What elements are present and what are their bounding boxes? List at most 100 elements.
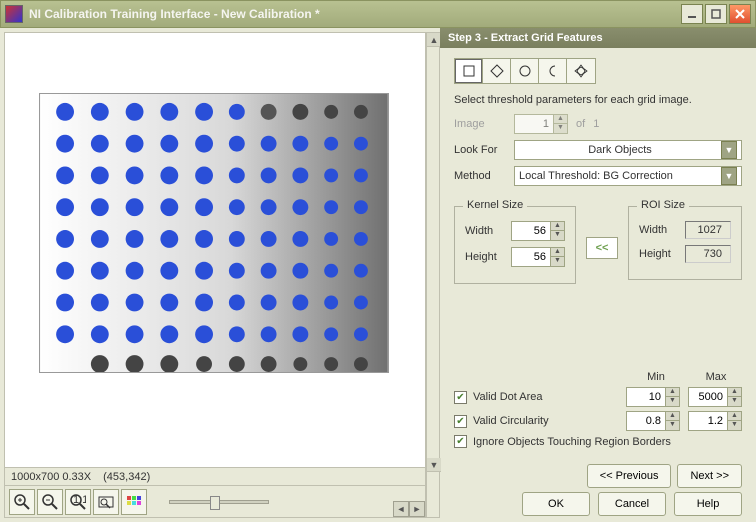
- ok-button[interactable]: OK: [522, 492, 590, 516]
- min-header: Min: [630, 371, 682, 383]
- hscroll-right-icon[interactable]: ►: [409, 501, 425, 517]
- look-for-label: Look For: [454, 144, 514, 156]
- image-canvas[interactable]: [5, 33, 425, 467]
- image-index-spinner[interactable]: ▲▼: [514, 114, 568, 134]
- help-button[interactable]: Help: [674, 492, 742, 516]
- parameters-pane: Step 3 - Extract Grid Features Select th…: [440, 28, 756, 522]
- wizard-nav: << Previous Next >>: [587, 464, 742, 488]
- kernel-width-label: Width: [465, 225, 511, 237]
- valid-circularity-label: Valid Circularity: [473, 415, 626, 427]
- of-label: of: [576, 118, 585, 130]
- dot-max-spinner[interactable]: ▲▼: [688, 387, 742, 407]
- minimize-button[interactable]: [681, 4, 703, 24]
- validation-section: Min Max ✔ Valid Dot Area ▲▼ ▲▼ ✔ Valid C…: [454, 371, 742, 452]
- shape-circle-button[interactable]: [511, 59, 539, 83]
- maximize-button[interactable]: [705, 4, 727, 24]
- spin-up-icon[interactable]: ▲: [665, 388, 679, 397]
- chevron-down-icon: ▼: [721, 141, 737, 159]
- zoom-fit-button[interactable]: [93, 489, 119, 515]
- spin-down-icon[interactable]: ▼: [665, 397, 679, 406]
- zoom-out-button[interactable]: [37, 489, 63, 515]
- spin-up-icon[interactable]: ▲: [727, 412, 741, 421]
- roi-height-value: 730: [685, 245, 731, 263]
- roi-width-label: Width: [639, 224, 685, 236]
- kernel-legend: Kernel Size: [463, 199, 527, 211]
- zoom-actual-button[interactable]: 1:1: [65, 489, 91, 515]
- spin-up-icon[interactable]: ▲: [550, 222, 564, 231]
- window-title: NI Calibration Training Interface - New …: [29, 7, 679, 21]
- spin-up-icon[interactable]: ▲: [553, 115, 567, 124]
- shape-diamond-button[interactable]: [483, 59, 511, 83]
- palette-button[interactable]: [121, 489, 147, 515]
- next-button[interactable]: Next >>: [677, 464, 742, 488]
- titlebar: NI Calibration Training Interface - New …: [0, 0, 756, 28]
- image-index-input[interactable]: [515, 118, 553, 130]
- circ-max-spinner[interactable]: ▲▼: [688, 411, 742, 431]
- spin-down-icon[interactable]: ▼: [665, 421, 679, 430]
- close-button[interactable]: [729, 4, 751, 24]
- max-header: Max: [690, 371, 742, 383]
- spin-down-icon[interactable]: ▼: [727, 421, 741, 430]
- roi-height-label: Height: [639, 248, 685, 260]
- spin-down-icon[interactable]: ▼: [550, 257, 564, 266]
- spin-down-icon[interactable]: ▼: [550, 231, 564, 240]
- method-value: Local Threshold: BG Correction: [519, 170, 721, 182]
- kernel-width-input[interactable]: [512, 225, 550, 237]
- copy-roi-button[interactable]: <<: [586, 237, 618, 259]
- shape-square-button[interactable]: [455, 59, 483, 83]
- chevron-down-icon: ▼: [721, 167, 737, 185]
- spin-up-icon[interactable]: ▲: [727, 388, 741, 397]
- status-dimensions: 1000x700 0.33X: [11, 471, 91, 483]
- status-bar: 1000x700 0.33X (453,342) ◄ ►: [5, 467, 425, 485]
- status-cursor: (453,342): [103, 471, 150, 483]
- previous-button[interactable]: << Previous: [587, 464, 672, 488]
- image-total: 1: [593, 118, 599, 130]
- spin-down-icon[interactable]: ▼: [727, 397, 741, 406]
- vscroll-up-icon[interactable]: ▲: [427, 33, 441, 47]
- step-header: Step 3 - Extract Grid Features: [440, 28, 756, 48]
- valid-dot-label: Valid Dot Area: [473, 391, 626, 403]
- dialog-buttons: OK Cancel Help: [522, 492, 742, 516]
- instruction-text: Select threshold parameters for each gri…: [454, 94, 742, 106]
- calibration-image: [39, 93, 389, 373]
- roi-legend: ROI Size: [637, 199, 689, 211]
- zoom-slider[interactable]: [169, 500, 269, 504]
- circ-min-spinner[interactable]: ▲▼: [626, 411, 680, 431]
- kernel-height-spinner[interactable]: ▲▼: [511, 247, 565, 267]
- kernel-width-spinner[interactable]: ▲▼: [511, 221, 565, 241]
- shape-crescent-button[interactable]: [539, 59, 567, 83]
- zoom-in-button[interactable]: [9, 489, 35, 515]
- image-viewer-pane: 1000x700 0.33X (453,342) ◄ ► 1:1: [4, 32, 426, 518]
- dot-min-spinner[interactable]: ▲▼: [626, 387, 680, 407]
- look-for-value: Dark Objects: [519, 144, 721, 156]
- hscroll-left-icon[interactable]: ◄: [393, 501, 409, 517]
- ignore-borders-checkbox[interactable]: ✔: [454, 435, 467, 448]
- circ-min-input[interactable]: [627, 415, 665, 427]
- kernel-height-input[interactable]: [512, 251, 550, 263]
- roi-width-value: 1027: [685, 221, 731, 239]
- svg-text:1:1: 1:1: [73, 494, 86, 506]
- pane-vscroll[interactable]: ▲ ▼: [426, 32, 440, 518]
- cancel-button[interactable]: Cancel: [598, 492, 666, 516]
- kernel-size-group: Kernel Size Width ▲▼ Height ▲▼: [454, 206, 576, 284]
- valid-circularity-checkbox[interactable]: ✔: [454, 415, 467, 428]
- zoom-slider-thumb[interactable]: [210, 496, 220, 510]
- image-label: Image: [454, 118, 514, 130]
- valid-dot-checkbox[interactable]: ✔: [454, 391, 467, 404]
- circ-max-input[interactable]: [689, 415, 727, 427]
- method-select[interactable]: Local Threshold: BG Correction ▼: [514, 166, 742, 186]
- dot-min-input[interactable]: [627, 391, 665, 403]
- grid-shape-selector: [454, 58, 596, 84]
- roi-size-group: ROI Size Width1027 Height730: [628, 206, 742, 280]
- app-icon: [5, 5, 23, 23]
- vscroll-down-icon[interactable]: ▼: [427, 458, 441, 472]
- look-for-select[interactable]: Dark Objects ▼: [514, 140, 742, 160]
- kernel-height-label: Height: [465, 251, 511, 263]
- method-label: Method: [454, 170, 514, 182]
- ignore-borders-label: Ignore Objects Touching Region Borders: [473, 436, 742, 448]
- dot-max-input[interactable]: [689, 391, 727, 403]
- spin-up-icon[interactable]: ▲: [665, 412, 679, 421]
- shape-star-button[interactable]: [567, 59, 595, 83]
- spin-down-icon[interactable]: ▼: [553, 124, 567, 133]
- spin-up-icon[interactable]: ▲: [550, 248, 564, 257]
